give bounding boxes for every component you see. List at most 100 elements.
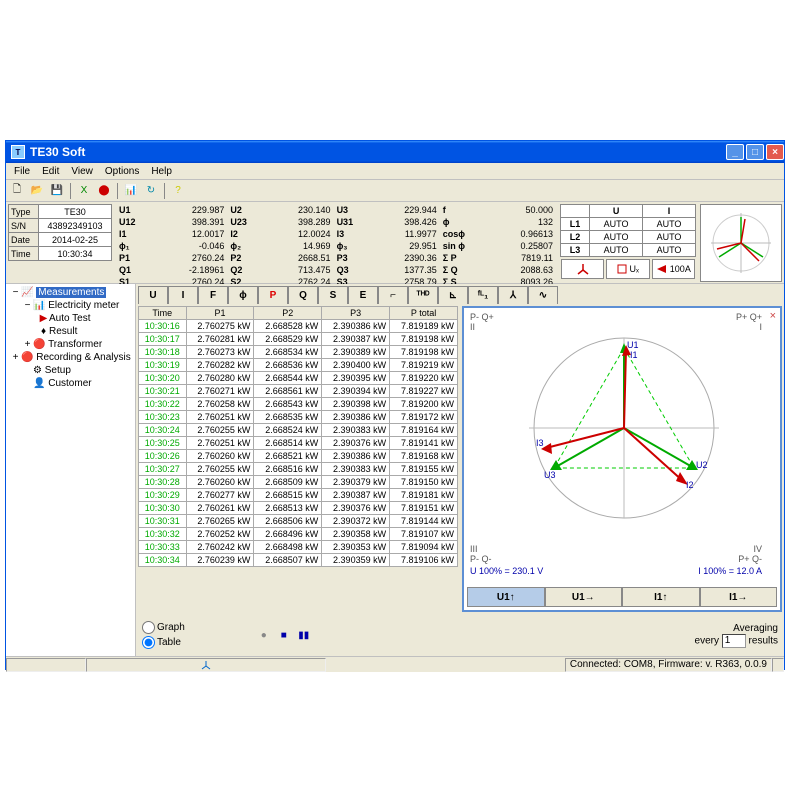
svg-text:U2: U2 — [696, 460, 708, 470]
tab-ᶠᴸ₁[interactable]: ᶠᴸ₁ — [468, 286, 498, 304]
tree-customer[interactable]: 👤 Customer — [8, 377, 133, 390]
tab-s[interactable]: S — [318, 286, 348, 304]
open-icon[interactable]: 📂 — [28, 182, 46, 200]
value-cell: 2.668506 kW — [254, 515, 322, 528]
value-cell: 7.819172 kW — [390, 411, 458, 424]
time-cell: 10:30:22 — [139, 398, 187, 411]
value-cell: 2.760280 kW — [186, 372, 254, 385]
time-cell: 10:30:26 — [139, 450, 187, 463]
time-cell: 10:30:25 — [139, 437, 187, 450]
reading-label: P2 — [227, 252, 266, 264]
vec-u1-up[interactable]: U1↑ — [467, 587, 545, 607]
tab-ᵀᴴᴰ[interactable]: ᵀᴴᴰ — [408, 286, 438, 304]
value-cell: 7.819200 kW — [390, 398, 458, 411]
new-icon[interactable]: 🗋 — [8, 182, 26, 200]
type-value: TE30 — [39, 205, 112, 219]
tab-i[interactable]: I — [168, 286, 198, 304]
value-cell: 7.819151 kW — [390, 502, 458, 515]
value-cell: 2.390386 kW — [322, 411, 390, 424]
reading-value: 0.25807 — [489, 240, 556, 252]
tab-ϕ[interactable]: ϕ — [228, 286, 258, 304]
value-cell: 2.668496 kW — [254, 528, 322, 541]
svg-text:U1: U1 — [627, 340, 639, 350]
l2-u[interactable]: AUTO — [590, 231, 643, 244]
l3-u[interactable]: AUTO — [590, 244, 643, 257]
q3-roman: III — [470, 544, 478, 554]
value-cell: 7.819106 kW — [390, 554, 458, 567]
close-button[interactable]: × — [766, 144, 784, 160]
vec-i1-right[interactable]: I1→ — [700, 587, 778, 607]
time-cell: 10:30:18 — [139, 346, 187, 359]
tree-setup[interactable]: ⚙ Setup — [8, 364, 133, 377]
time-cell: 10:30:24 — [139, 424, 187, 437]
tab-⊾[interactable]: ⊾ — [438, 286, 468, 304]
menu-view[interactable]: View — [65, 166, 99, 177]
stop-button[interactable]: ■ — [277, 628, 291, 642]
vector-close-icon[interactable]: × — [770, 310, 776, 322]
tree-result[interactable]: ♦Result — [8, 325, 133, 338]
value-cell: 2.668498 kW — [254, 541, 322, 554]
averaging-spin[interactable]: 1 — [722, 634, 746, 648]
table-row: 10:30:182.760273 kW2.668534 kW2.390389 k… — [139, 346, 458, 359]
menu-file[interactable]: File — [8, 166, 36, 177]
stop-icon[interactable]: ⬤ — [95, 182, 113, 200]
value-cell: 2.390383 kW — [322, 424, 390, 437]
reading-label: P1 — [116, 252, 155, 264]
value-cell: 2.390394 kW — [322, 385, 390, 398]
maximize-button[interactable]: □ — [746, 144, 764, 160]
reading-label: Σ P — [440, 252, 489, 264]
reading-value: 12.0017 — [155, 228, 227, 240]
table-header: P total — [390, 307, 458, 320]
ux-selector[interactable]: Uₓ — [606, 259, 649, 279]
save-icon[interactable]: 💾 — [48, 182, 66, 200]
time-cell: 10:30:28 — [139, 476, 187, 489]
l3-i[interactable]: AUTO — [643, 244, 696, 257]
clamp-selector[interactable]: 100A — [652, 259, 695, 279]
pause-button[interactable]: ▮▮ — [297, 628, 311, 642]
l2-i[interactable]: AUTO — [643, 231, 696, 244]
menu-edit[interactable]: Edit — [36, 166, 65, 177]
minimize-button[interactable]: _ — [726, 144, 744, 160]
reading-label: f — [440, 204, 489, 216]
reading-value: 2668.51 — [267, 252, 334, 264]
range-box: UI L1AUTOAUTO L2AUTOAUTO L3AUTOAUTO Uₓ 1… — [558, 202, 698, 283]
l1-u[interactable]: AUTO — [590, 218, 643, 231]
value-cell: 2.668507 kW — [254, 554, 322, 567]
tab-f[interactable]: F — [198, 286, 228, 304]
value-cell: 2.390383 kW — [322, 463, 390, 476]
tree-transformer[interactable]: +🔴 Transformer — [8, 338, 133, 351]
tab-q[interactable]: Q — [288, 286, 318, 304]
tab-⅄[interactable]: ⅄ — [498, 286, 528, 304]
wye-icon[interactable] — [561, 259, 604, 279]
tab-p[interactable]: P — [258, 286, 288, 304]
value-cell: 2.760271 kW — [186, 385, 254, 398]
date-value: 2014-02-25 — [39, 233, 112, 247]
config-icon[interactable]: 📊 — [122, 182, 140, 200]
q1-label: P+ Q+ — [736, 312, 762, 322]
tab-⌐[interactable]: ⌐ — [378, 286, 408, 304]
value-cell: 2.668543 kW — [254, 398, 322, 411]
vec-i1-up[interactable]: I1↑ — [622, 587, 700, 607]
tab-u[interactable]: U — [138, 286, 168, 304]
tab-∿[interactable]: ∿ — [528, 286, 558, 304]
value-cell: 2.668524 kW — [254, 424, 322, 437]
tab-e[interactable]: E — [348, 286, 378, 304]
tree-auto-test[interactable]: ▶Auto Test — [8, 312, 133, 325]
tree-measurements[interactable]: −📈 Measurements — [8, 286, 133, 299]
record-button[interactable]: ● — [257, 628, 271, 642]
tree-recording[interactable]: +🔴 Recording & Analysis — [8, 351, 133, 364]
menu-help[interactable]: Help — [145, 166, 178, 177]
help-icon[interactable]: ? — [169, 182, 187, 200]
graph-radio[interactable]: Graph — [142, 621, 185, 634]
excel-icon[interactable]: X — [75, 182, 93, 200]
menu-bar: File Edit View Options Help — [6, 163, 784, 180]
vec-u1-right[interactable]: U1→ — [545, 587, 623, 607]
tree-electricity-meter[interactable]: −📊 Electricity meter — [8, 299, 133, 312]
refresh-icon[interactable]: ↻ — [142, 182, 160, 200]
table-header: Time — [139, 307, 187, 320]
time-cell: 10:30:19 — [139, 359, 187, 372]
menu-options[interactable]: Options — [99, 166, 145, 177]
table-radio[interactable]: Table — [142, 636, 185, 649]
l1-i[interactable]: AUTO — [643, 218, 696, 231]
reading-value: 132 — [489, 216, 556, 228]
